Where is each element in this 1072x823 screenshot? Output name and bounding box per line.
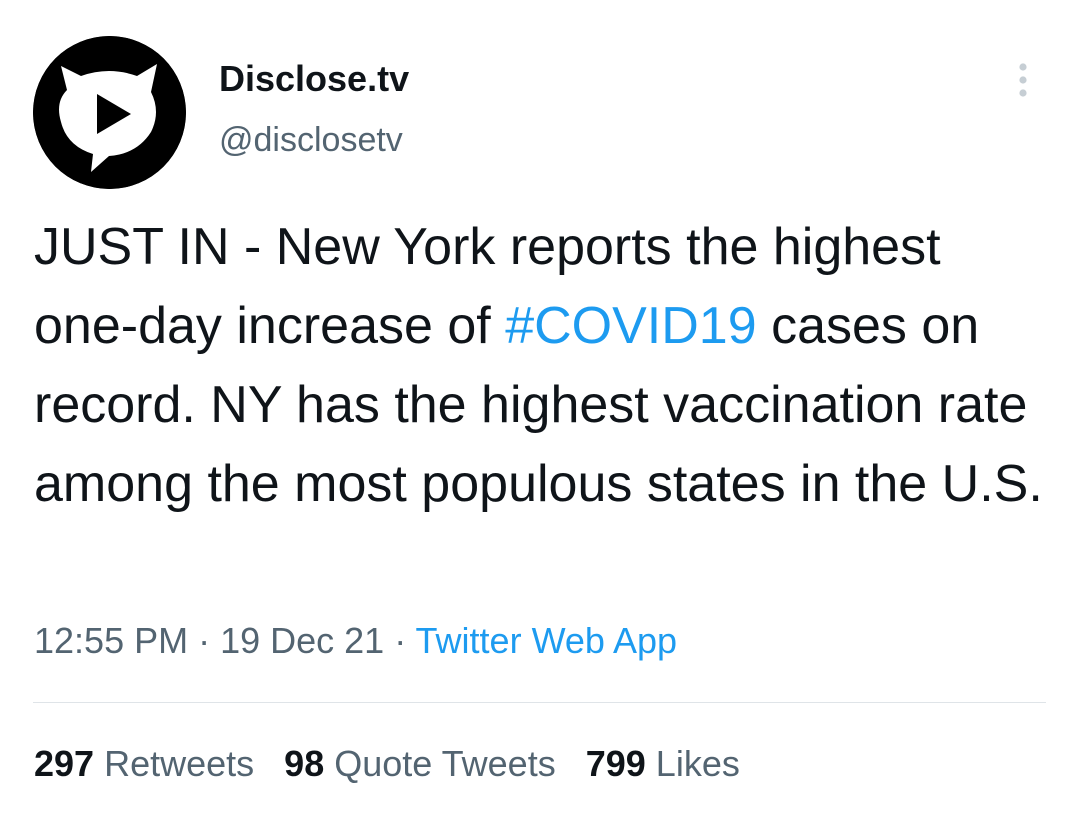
more-dots-vertical-icon — [1019, 63, 1027, 97]
retweets-count: 297 — [34, 743, 95, 784]
likes-label: Likes — [655, 743, 740, 784]
likes-stat[interactable]: 799 Likes — [586, 741, 740, 787]
retweets-stat[interactable]: 297 Retweets — [34, 741, 254, 787]
tweet-card: Disclose.tv @disclosetv JUST IN - New Yo… — [0, 0, 1072, 823]
author-display-name[interactable]: Disclose.tv — [219, 57, 409, 101]
divider — [33, 702, 1046, 703]
hashtag-link[interactable]: #COVID19 — [505, 297, 756, 355]
tweet-date[interactable]: 19 Dec 21 — [220, 620, 384, 661]
quote-tweets-label: Quote Tweets — [334, 743, 556, 784]
meta-separator: · — [188, 620, 221, 661]
likes-count: 799 — [585, 743, 646, 784]
author-handle[interactable]: @disclosetv — [219, 119, 409, 161]
tweet-meta: 12:55 PM · 19 Dec 21 · Twitter Web App — [34, 618, 677, 664]
play-speech-bubble-logo-icon — [33, 36, 186, 189]
tweet-time[interactable]: 12:55 PM — [34, 620, 188, 661]
retweets-label: Retweets — [104, 743, 255, 784]
quote-tweets-count: 98 — [284, 743, 325, 784]
quote-tweets-stat[interactable]: 98 Quote Tweets — [284, 741, 556, 787]
meta-separator: · — [384, 620, 416, 661]
author-info: Disclose.tv @disclosetv — [219, 57, 409, 161]
more-options-button[interactable] — [1004, 58, 1044, 102]
tweet-stats: 297 Retweets 98 Quote Tweets 799 Likes — [34, 741, 770, 787]
tweet-text: JUST IN - New York reports the highest o… — [34, 208, 1044, 524]
avatar[interactable] — [33, 36, 186, 189]
tweet-source-link[interactable]: Twitter Web App — [416, 620, 677, 661]
